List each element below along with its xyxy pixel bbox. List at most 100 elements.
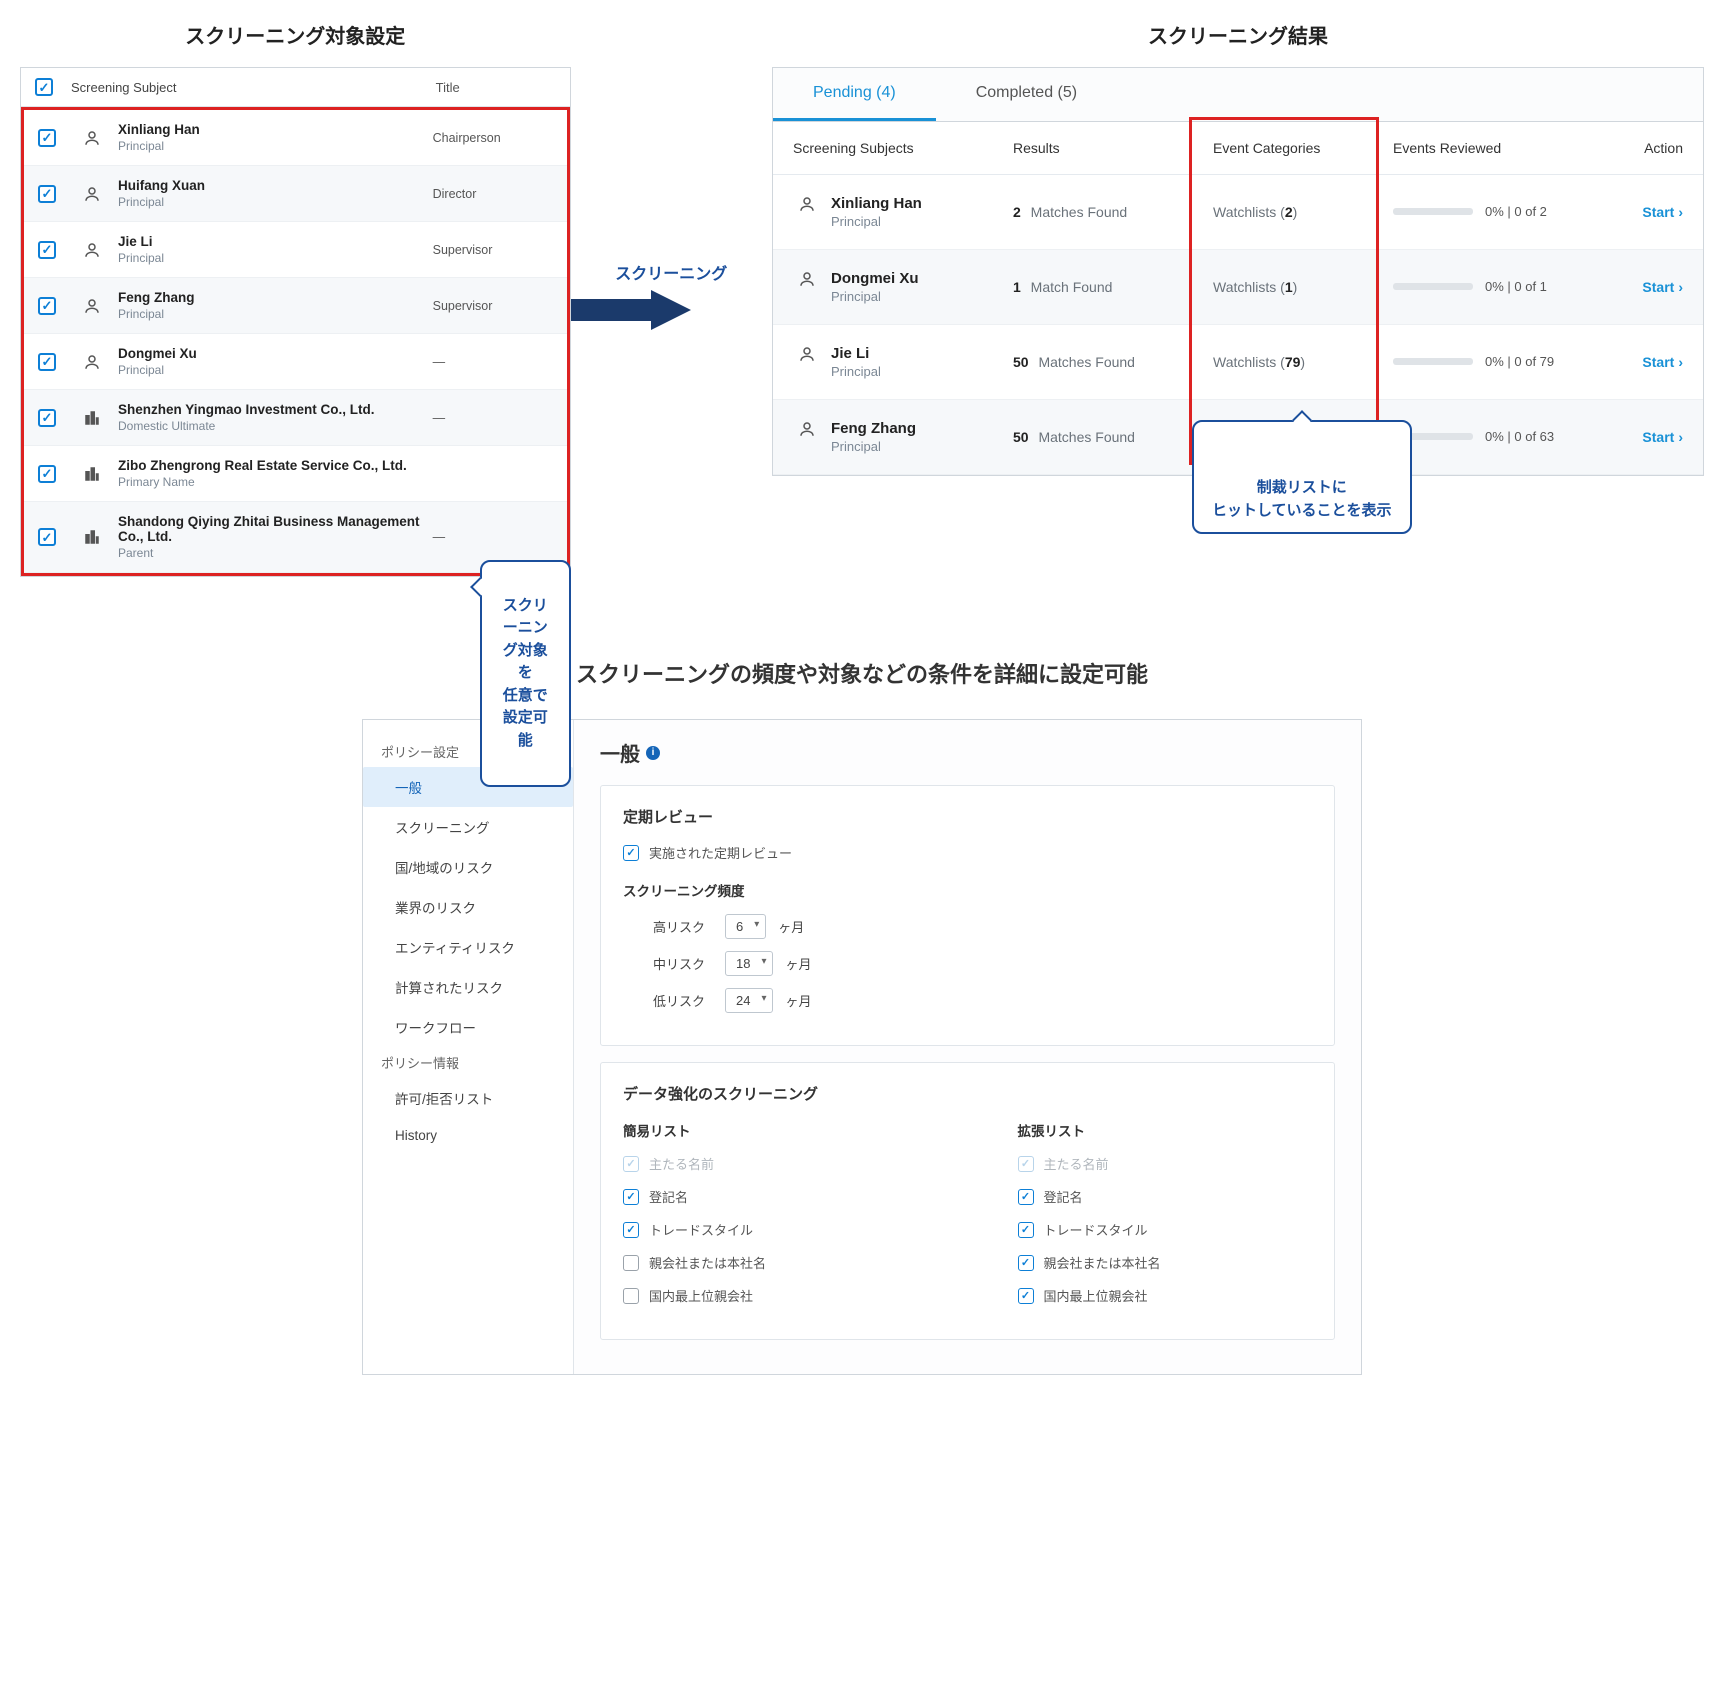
policy-h1: 一般 i xyxy=(600,738,1335,767)
ck-e4[interactable] xyxy=(1018,1255,1034,1271)
subject-name: Shenzhen Yingmao Investment Co., Ltd. xyxy=(118,402,433,417)
subject-name: Feng Zhang xyxy=(118,290,433,305)
subject-name: Jie Li xyxy=(118,234,433,249)
lbl-s3: トレードスタイル xyxy=(649,1220,753,1239)
col-title-header: Title xyxy=(436,80,556,95)
result-name: Feng Zhang xyxy=(831,420,916,437)
start-button[interactable]: Start › xyxy=(1642,279,1683,295)
result-count: 1 Match Found xyxy=(1013,279,1213,295)
freq-mid-select[interactable]: 18 xyxy=(725,951,773,976)
subject-name: Shandong Qiying Zhitai Business Manageme… xyxy=(118,514,433,544)
reviewed-text: 0% | 0 of 1 xyxy=(1485,279,1547,296)
lbl-s2: 登記名 xyxy=(649,1187,688,1206)
subject-row: Feng ZhangPrincipalSupervisor xyxy=(24,278,567,334)
start-button[interactable]: Start › xyxy=(1642,354,1683,370)
mid-title: スクリーニングの頻度や対象などの条件を詳細に設定可能 xyxy=(20,657,1704,689)
policy-nav-item[interactable]: 許可/拒否リスト xyxy=(363,1078,573,1118)
periodic-title: 定期レビュー xyxy=(623,806,1312,827)
policy-nav-item[interactable]: ワークフロー xyxy=(363,1007,573,1047)
reviewed-text: 0% | 0 of 79 xyxy=(1485,354,1554,371)
subject-role: Primary Name xyxy=(118,475,433,489)
subject-title: Chairperson xyxy=(433,131,553,145)
tab-completed[interactable]: Completed (5) xyxy=(936,68,1117,121)
row-checkbox[interactable] xyxy=(38,241,56,259)
policy-nav-item[interactable]: エンティティリスク xyxy=(363,927,573,967)
result-category: Watchlists (2) xyxy=(1213,204,1393,220)
select-all-checkbox[interactable] xyxy=(35,78,53,96)
start-button[interactable]: Start › xyxy=(1642,429,1683,445)
result-name: Dongmei Xu xyxy=(831,270,919,287)
row-checkbox[interactable] xyxy=(38,185,56,203)
person-icon xyxy=(793,420,821,438)
chk-periodic[interactable] xyxy=(623,845,639,861)
policy-nav-item[interactable]: History xyxy=(363,1118,573,1153)
subject-role: Principal xyxy=(118,195,433,209)
row-checkbox[interactable] xyxy=(38,297,56,315)
ck-s4[interactable] xyxy=(623,1255,639,1271)
result-count: 2 Matches Found xyxy=(1013,204,1213,220)
result-row: Xinliang HanPrincipal2 Matches FoundWatc… xyxy=(773,175,1703,250)
person-icon xyxy=(793,195,821,213)
lbl-s4: 親会社または本社名 xyxy=(649,1253,766,1272)
lbl-e4: 親会社または本社名 xyxy=(1044,1253,1161,1272)
lbl-e5: 国内最上位親会社 xyxy=(1044,1286,1148,1305)
result-name: Jie Li xyxy=(831,345,881,362)
col-results: Results xyxy=(1013,140,1213,156)
lbl-e3: トレードスタイル xyxy=(1044,1220,1148,1239)
freq-low-label: 低リスク xyxy=(653,991,713,1010)
subject-role: Parent xyxy=(118,546,433,560)
tab-pending[interactable]: Pending (4) xyxy=(773,68,936,121)
result-role: Principal xyxy=(831,289,919,304)
policy-nav-item[interactable]: 業界のリスク xyxy=(363,887,573,927)
ck-s5[interactable] xyxy=(623,1288,639,1304)
lbl-s5: 国内最上位親会社 xyxy=(649,1286,753,1305)
reviewed-text: 0% | 0 of 2 xyxy=(1485,204,1547,221)
ck-s2[interactable] xyxy=(623,1189,639,1205)
ext-list-h: 拡張リスト xyxy=(1018,1120,1313,1140)
row-checkbox[interactable] xyxy=(38,129,56,147)
policy-nav-item[interactable]: スクリーニング xyxy=(363,807,573,847)
subject-title: Supervisor xyxy=(433,243,553,257)
info-icon[interactable]: i xyxy=(646,746,660,760)
chevron-right-icon: › xyxy=(1678,429,1683,445)
row-checkbox[interactable] xyxy=(38,353,56,371)
row-checkbox[interactable] xyxy=(38,465,56,483)
freq-title: スクリーニング頻度 xyxy=(623,880,1312,900)
ck-e3[interactable] xyxy=(1018,1222,1034,1238)
policy-panel: ポリシー設定 一般スクリーニング国/地域のリスク業界のリスクエンティティリスク計… xyxy=(362,719,1362,1375)
ck-e5[interactable] xyxy=(1018,1288,1034,1304)
subject-row: Huifang XuanPrincipalDirector xyxy=(24,166,567,222)
person-icon xyxy=(793,270,821,288)
building-icon xyxy=(74,465,110,483)
policy-nav-item[interactable]: 計算されたリスク xyxy=(363,967,573,1007)
subject-name: Dongmei Xu xyxy=(118,346,433,361)
arrow-icon xyxy=(651,290,691,330)
results-box: Pending (4) Completed (5) Screening Subj… xyxy=(772,67,1704,476)
col-action: Action xyxy=(1593,140,1683,156)
freq-mid-label: 中リスク xyxy=(653,954,713,973)
building-icon xyxy=(74,409,110,427)
freq-low-select[interactable]: 24 xyxy=(725,988,773,1013)
subject-row: Jie LiPrincipalSupervisor xyxy=(24,222,567,278)
row-checkbox[interactable] xyxy=(38,409,56,427)
progress-bar xyxy=(1393,283,1473,290)
row-checkbox[interactable] xyxy=(38,528,56,546)
start-button[interactable]: Start › xyxy=(1642,204,1683,220)
ck-e2[interactable] xyxy=(1018,1189,1034,1205)
subject-name: Zibo Zhengrong Real Estate Service Co., … xyxy=(118,458,433,473)
policy-nav-item[interactable]: 国/地域のリスク xyxy=(363,847,573,887)
subject-role: Principal xyxy=(118,307,433,321)
person-icon xyxy=(74,129,110,147)
right-title: スクリーニング結果 xyxy=(772,20,1704,49)
freq-high-select[interactable]: 6 xyxy=(725,914,766,939)
result-row: Jie LiPrincipal50 Matches FoundWatchlist… xyxy=(773,325,1703,400)
chk-periodic-label: 実施された定期レビュー xyxy=(649,843,792,862)
callout-right: 制裁リストに ヒットしていることを表示 xyxy=(1192,420,1412,534)
col-categories: Event Categories xyxy=(1213,140,1393,156)
subject-table: Screening Subject Title Xinliang HanPrin… xyxy=(20,67,571,577)
result-role: Principal xyxy=(831,439,916,454)
lbl-e2: 登記名 xyxy=(1044,1187,1083,1206)
ck-s3[interactable] xyxy=(623,1222,639,1238)
person-icon xyxy=(74,185,110,203)
col-subjects: Screening Subjects xyxy=(793,140,1013,156)
